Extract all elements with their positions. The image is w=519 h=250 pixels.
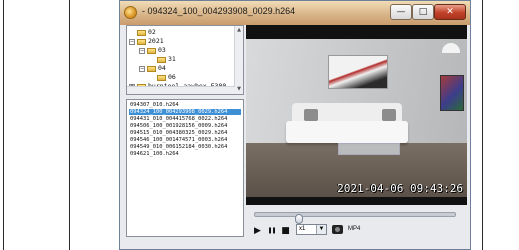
tree-horizontal-scrollbar[interactable] [127, 86, 235, 94]
scroll-down-icon[interactable]: ▼ [236, 86, 242, 92]
file-list-item[interactable]: 094506_100_001928156_0009.h264 [129, 123, 241, 129]
file-list-item[interactable]: 094324_100_004293908_0029.h264 [129, 109, 241, 115]
seek-bar[interactable] [254, 212, 456, 224]
close-button[interactable]: ✕ [434, 4, 466, 20]
center-divider-line [69, 0, 70, 250]
tree-node[interactable]: 06 [149, 73, 176, 82]
video-frame-pillow [382, 109, 396, 121]
tree-node[interactable]: − 04 [139, 64, 166, 73]
folder-icon [157, 74, 166, 81]
collapse-icon[interactable]: − [129, 38, 135, 45]
title-bar[interactable]: - 094324_100_004293908_0029.h264 — □ ✕ [120, 1, 470, 25]
file-list-item[interactable]: 094621_100.h264 [129, 151, 241, 157]
file-browser-panel: 02−2021−0331−0406+burntool-aaybox-F300 ▲… [126, 25, 244, 237]
video-frame-ceiling [246, 25, 467, 39]
folder-icon [137, 29, 146, 36]
video-frame-table [338, 143, 400, 155]
window-title: - 094324_100_004293908_0029.h264 [142, 6, 296, 16]
speed-select[interactable]: x1 ▼ [296, 224, 327, 235]
folder-icon [137, 38, 146, 45]
speed-value: x1 [299, 226, 306, 232]
file-list-item[interactable]: 094546_100_001474571_0003.h264 [129, 137, 241, 143]
player-window: - 094324_100_004293908_0029.h264 — □ ✕ 0… [119, 0, 471, 250]
collapse-icon[interactable]: − [139, 47, 145, 54]
file-list-item[interactable]: 094431_010_004415768_0022.h264 [129, 116, 241, 122]
folder-icon [157, 56, 166, 63]
playback-controls: ▶ ❚❚ ■ x1 ▼ MP4 [246, 205, 467, 245]
scroll-up-icon[interactable]: ▲ [236, 27, 242, 33]
tree-node[interactable]: − 2021 [129, 37, 164, 46]
tree-node[interactable]: − 03 [139, 46, 166, 55]
tree-node-label: 02 [148, 28, 156, 36]
video-timestamp-overlay: 2021-04-06 09:43:26 [337, 182, 463, 195]
video-frame-painting [328, 55, 388, 89]
tree-vertical-scrollbar[interactable]: ▲ ▼ [234, 26, 243, 94]
app-icon [124, 6, 137, 19]
tree-node-label: 2021 [148, 37, 164, 45]
minimize-button[interactable]: — [390, 4, 412, 20]
tree-node[interactable]: 02 [129, 28, 156, 37]
mp4-export-button[interactable]: MP4 [348, 226, 360, 232]
tree-node[interactable]: 31 [149, 55, 176, 64]
left-divider-line [3, 0, 4, 250]
camera-snapshot-icon[interactable] [332, 225, 343, 234]
video-frame-pillow [304, 109, 318, 121]
file-list: 094307_010.h264 094324_100_004293908_0029… [126, 99, 244, 237]
folder-icon [147, 65, 156, 72]
stop-icon[interactable]: ■ [280, 225, 291, 236]
tree-node-label: 04 [158, 64, 166, 72]
folder-tree: 02−2021−0331−0406+burntool-aaybox-F300 ▲… [126, 25, 244, 95]
tree-node-label: 06 [168, 73, 176, 81]
pause-icon[interactable]: ❚❚ [266, 225, 277, 236]
seek-thumb[interactable] [295, 214, 303, 224]
tree-node-label: 03 [158, 46, 166, 54]
chevron-down-icon: ▼ [316, 225, 326, 234]
video-frame-sofa-seat [286, 121, 408, 143]
file-list-item[interactable]: 094515_010_004380325_0029.h264 [129, 130, 241, 136]
maximize-button[interactable]: □ [412, 4, 434, 20]
video-display[interactable]: 2021-04-06 09:43:26 [246, 25, 467, 205]
video-frame-painting-small [440, 75, 464, 111]
folder-icon [147, 47, 156, 54]
collapse-icon[interactable]: − [139, 65, 145, 72]
right-divider-line [482, 0, 483, 250]
tree-node-label: 31 [168, 55, 176, 63]
play-icon[interactable]: ▶ [252, 225, 263, 236]
file-list-item[interactable]: 094307_010.h264 [129, 102, 241, 108]
file-list-item[interactable]: 094549_010_006152184_0030.h264 [129, 144, 241, 150]
